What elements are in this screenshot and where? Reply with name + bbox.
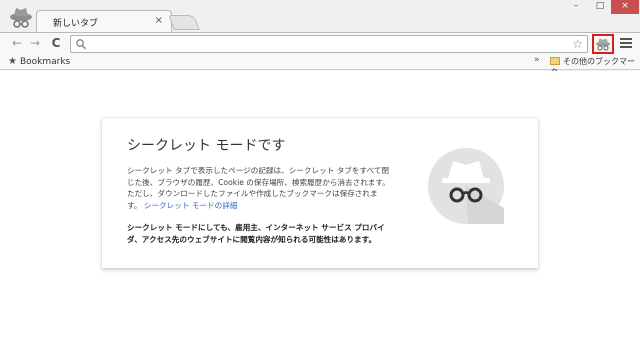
page-title: シークレット モードです — [127, 138, 286, 154]
warning-line: シークレット モードにしても、雇用主、インターネット サービス プロバイ — [127, 223, 385, 232]
description-line: シークレット タブで表示したページの記録は、シークレット タブをすべて閉 — [127, 166, 390, 175]
reload-icon[interactable]: C — [48, 35, 64, 51]
address-input[interactable] — [89, 37, 559, 51]
incognito-info-card: シークレット モードです シークレット タブで表示したページの記録は、シークレッ… — [102, 118, 538, 268]
tab-title: 新しいタブ — [53, 19, 99, 29]
description-line: じた後、ブラウザの履歴、Cookie の保存場所、検索履歴から消去されます。 — [127, 177, 390, 187]
incognito-icon — [10, 8, 32, 28]
search-icon — [76, 39, 87, 50]
menu-icon[interactable] — [620, 36, 632, 50]
minimize-button[interactable]: – — [565, 0, 587, 14]
new-tab-button[interactable] — [168, 15, 200, 30]
description-line: す。 シークレット モードの詳細 — [127, 200, 417, 212]
bookmarks-bar: ★Bookmarks » その他のブックマーク — [0, 54, 640, 77]
incognito-badge-button[interactable] — [592, 34, 614, 54]
close-window-button[interactable]: × — [611, 0, 639, 14]
learn-more-link[interactable]: シークレット モードの詳細 — [144, 201, 238, 210]
maximize-button[interactable]: □ — [589, 0, 611, 14]
toolbar: ← → C ☆ — [0, 32, 640, 54]
folder-icon — [550, 57, 560, 65]
incognito-icon — [596, 38, 610, 51]
page-content: シークレット モードです シークレット タブで表示したページの記録は、シークレッ… — [0, 71, 640, 363]
warning-line: ダ、アクセス先のウェブサイトに閲覧内容が知られる可能性はあります。 — [127, 234, 377, 244]
incognito-description: シークレット タブで表示したページの記録は、シークレット タブをすべて閉 じた後… — [127, 165, 417, 211]
star-icon[interactable]: ☆ — [572, 36, 583, 52]
tab-new-tab[interactable]: 新しいタブ × — [36, 10, 172, 33]
description-line-end: す。 — [127, 200, 142, 210]
bookmarks-item[interactable]: ★ Bookmarks — [8, 56, 70, 67]
omnibox[interactable]: ☆ — [70, 35, 588, 53]
tab-strip: 新しいタブ × – □ × — [0, 0, 640, 33]
incognito-warning: シークレット モードにしても、雇用主、インターネット サービス プロバイ ダ、ア… — [127, 222, 417, 245]
star-icon: ★ — [8, 56, 17, 67]
back-arrow-icon[interactable]: ← — [9, 35, 25, 51]
tab-close-button[interactable]: × — [155, 15, 163, 27]
forward-arrow-icon[interactable]: → — [27, 35, 43, 51]
bookmarks-overflow-chevron[interactable]: » — [534, 55, 540, 65]
bookmarks-label: Bookmarks — [19, 57, 71, 67]
incognito-icon — [428, 148, 504, 224]
description-line: ただし、ダウンロードしたファイルや作成したブックマークは保存されま — [127, 189, 378, 198]
browser-window: 新しいタブ × – □ × ← → C ☆ ★ Bookmarks » その他の… — [0, 0, 640, 363]
